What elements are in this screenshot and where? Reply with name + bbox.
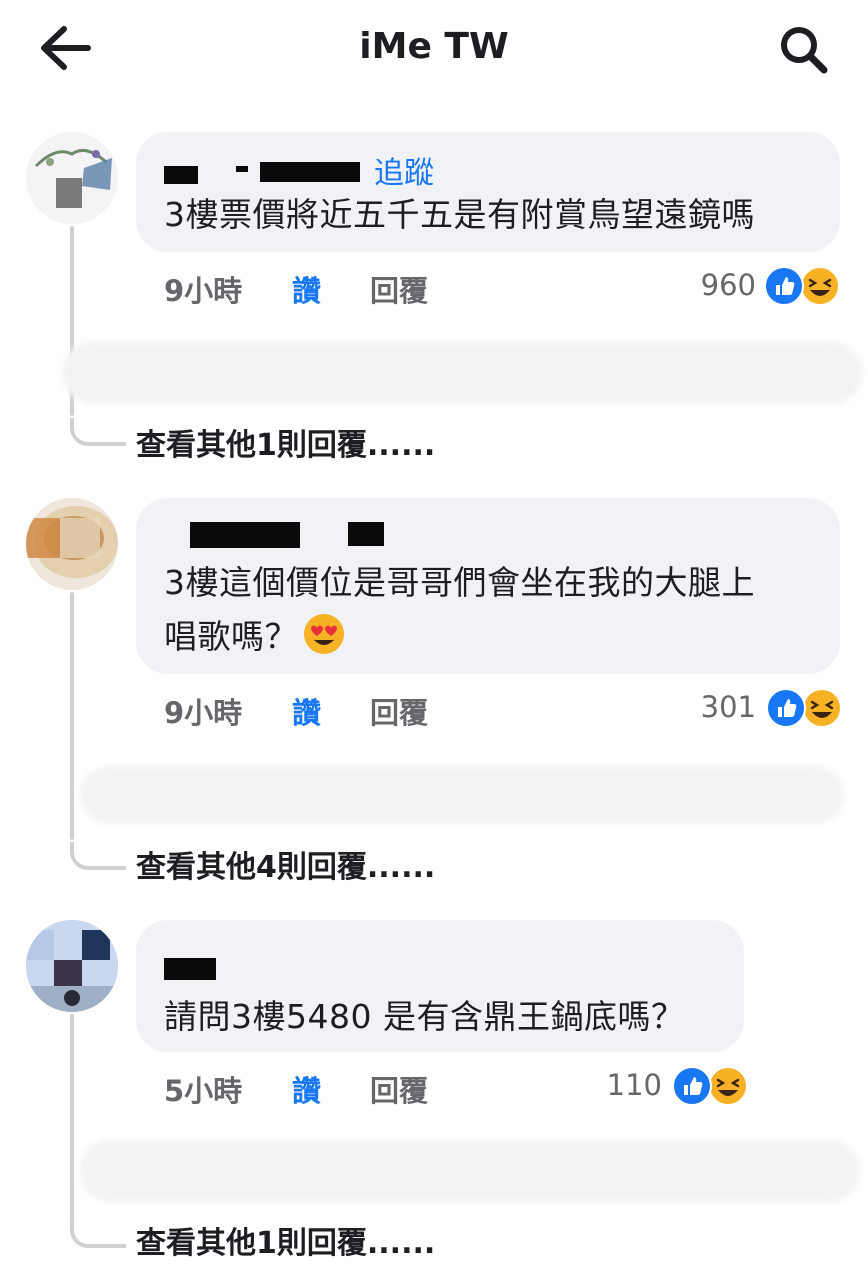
reactions[interactable] xyxy=(766,688,842,728)
top-bar: iMe TW xyxy=(0,0,868,100)
redacted-name xyxy=(236,166,248,172)
redacted-name xyxy=(164,958,216,980)
view-more-replies[interactable]: 查看其他1則回覆...... xyxy=(136,420,435,464)
haha-icon xyxy=(708,1066,748,1106)
thread-connector xyxy=(70,1220,126,1248)
reaction-count[interactable]: 301 xyxy=(656,690,756,724)
reactions[interactable] xyxy=(764,266,840,306)
comment-text: 3樓票價將近五千五是有附賞鳥望遠鏡嗎 xyxy=(164,195,755,234)
view-more-replies[interactable]: 查看其他4則回覆...... xyxy=(136,842,435,886)
blurred-reply-preview xyxy=(80,1140,860,1202)
like-button[interactable]: 讚 xyxy=(292,268,321,310)
thread-connector xyxy=(70,418,126,446)
comment-time[interactable]: 9小時 xyxy=(164,268,242,310)
avatar-image xyxy=(26,920,118,1012)
redacted-name xyxy=(164,166,198,184)
thread-line xyxy=(70,592,74,840)
like-icon xyxy=(764,266,804,306)
comment-text-line2: 唱歌嗎？ xyxy=(164,610,346,664)
comment-text: 唱歌嗎？ xyxy=(164,617,298,656)
redacted-name xyxy=(348,522,384,546)
search-button[interactable] xyxy=(774,20,834,80)
reply-button[interactable]: 回覆 xyxy=(370,268,428,310)
avatar-image xyxy=(26,132,118,224)
thread-line xyxy=(70,1014,74,1220)
comment-bubble[interactable]: 3樓這個價位是哥哥們會坐在我的大腿上 唱歌嗎？ xyxy=(136,498,840,674)
reply-button[interactable]: 回覆 xyxy=(370,1068,428,1110)
comment-bubble[interactable]: 請問3樓5480 是有含鼎王鍋底嗎？ xyxy=(136,920,744,1052)
blurred-reply-preview xyxy=(62,342,862,404)
thread-connector xyxy=(70,842,126,870)
avatar[interactable] xyxy=(26,132,118,224)
heart-eyes-emoji xyxy=(304,614,344,654)
reaction-count[interactable]: 960 xyxy=(656,268,756,302)
like-icon xyxy=(672,1066,712,1106)
haha-icon xyxy=(802,688,842,728)
comment-time[interactable]: 9小時 xyxy=(164,690,242,732)
comment-text: 請問3樓5480 是有含鼎王鍋底嗎？ xyxy=(164,997,685,1036)
view-more-replies[interactable]: 查看其他1則回覆...... xyxy=(136,1218,435,1262)
avatar[interactable] xyxy=(26,920,118,1012)
blurred-reply-preview xyxy=(80,766,844,824)
page-title: iMe TW xyxy=(359,26,509,67)
comment-bubble[interactable]: 追蹤 3樓票價將近五千五是有附賞鳥望遠鏡嗎 xyxy=(136,132,840,252)
haha-icon xyxy=(800,266,840,306)
reaction-count[interactable]: 110 xyxy=(562,1068,662,1102)
avatar-image xyxy=(26,498,118,590)
avatar[interactable] xyxy=(26,498,118,590)
like-button[interactable]: 讚 xyxy=(292,1068,321,1110)
comment-text: 3樓這個價位是哥哥們會坐在我的大腿上 xyxy=(164,563,755,602)
comment-time[interactable]: 5小時 xyxy=(164,1068,242,1110)
follow-link[interactable]: 追蹤 xyxy=(374,148,434,192)
reactions[interactable] xyxy=(672,1066,748,1106)
redacted-name xyxy=(260,162,360,182)
search-icon xyxy=(781,27,828,74)
like-button[interactable]: 讚 xyxy=(292,690,321,732)
reply-button[interactable]: 回覆 xyxy=(370,690,428,732)
like-icon xyxy=(766,688,806,728)
redacted-name xyxy=(190,522,300,548)
